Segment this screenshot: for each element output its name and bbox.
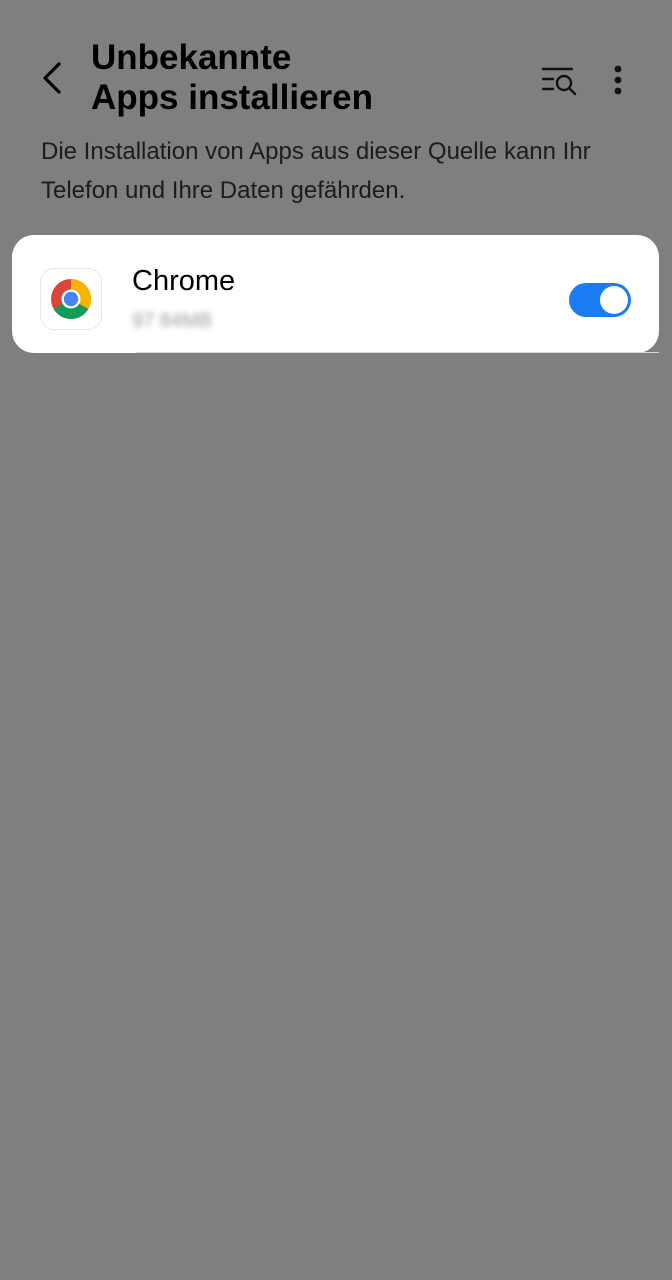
toggle-knob [600,286,628,314]
allow-install-toggle[interactable] [569,283,631,317]
divider [136,352,659,353]
app-name: Chrome [132,265,236,297]
page-title-line1: Unbekannte [91,38,292,77]
more-vertical-icon [614,65,622,95]
list-item[interactable]: Chrome 97 84MB [12,235,659,353]
search-button[interactable] [534,54,586,106]
more-options-button[interactable] [596,54,640,106]
chevron-left-icon [43,62,61,94]
back-button[interactable] [24,50,80,106]
page-title: Unbekannte Apps installieren [91,38,511,118]
app-bar: Unbekannte Apps installieren [0,0,672,130]
warning-description: Die Installation von Apps aus dieser Que… [41,138,591,204]
chrome-icon [40,268,102,330]
app-list-card: Chrome 97 84MB [12,235,659,353]
page-title-line2: Apps installieren [91,78,374,117]
screen: Unbekannte Apps installieren Die Install… [0,0,672,1280]
list-search-icon [541,67,577,96]
app-size: 97 84MB [132,310,213,332]
